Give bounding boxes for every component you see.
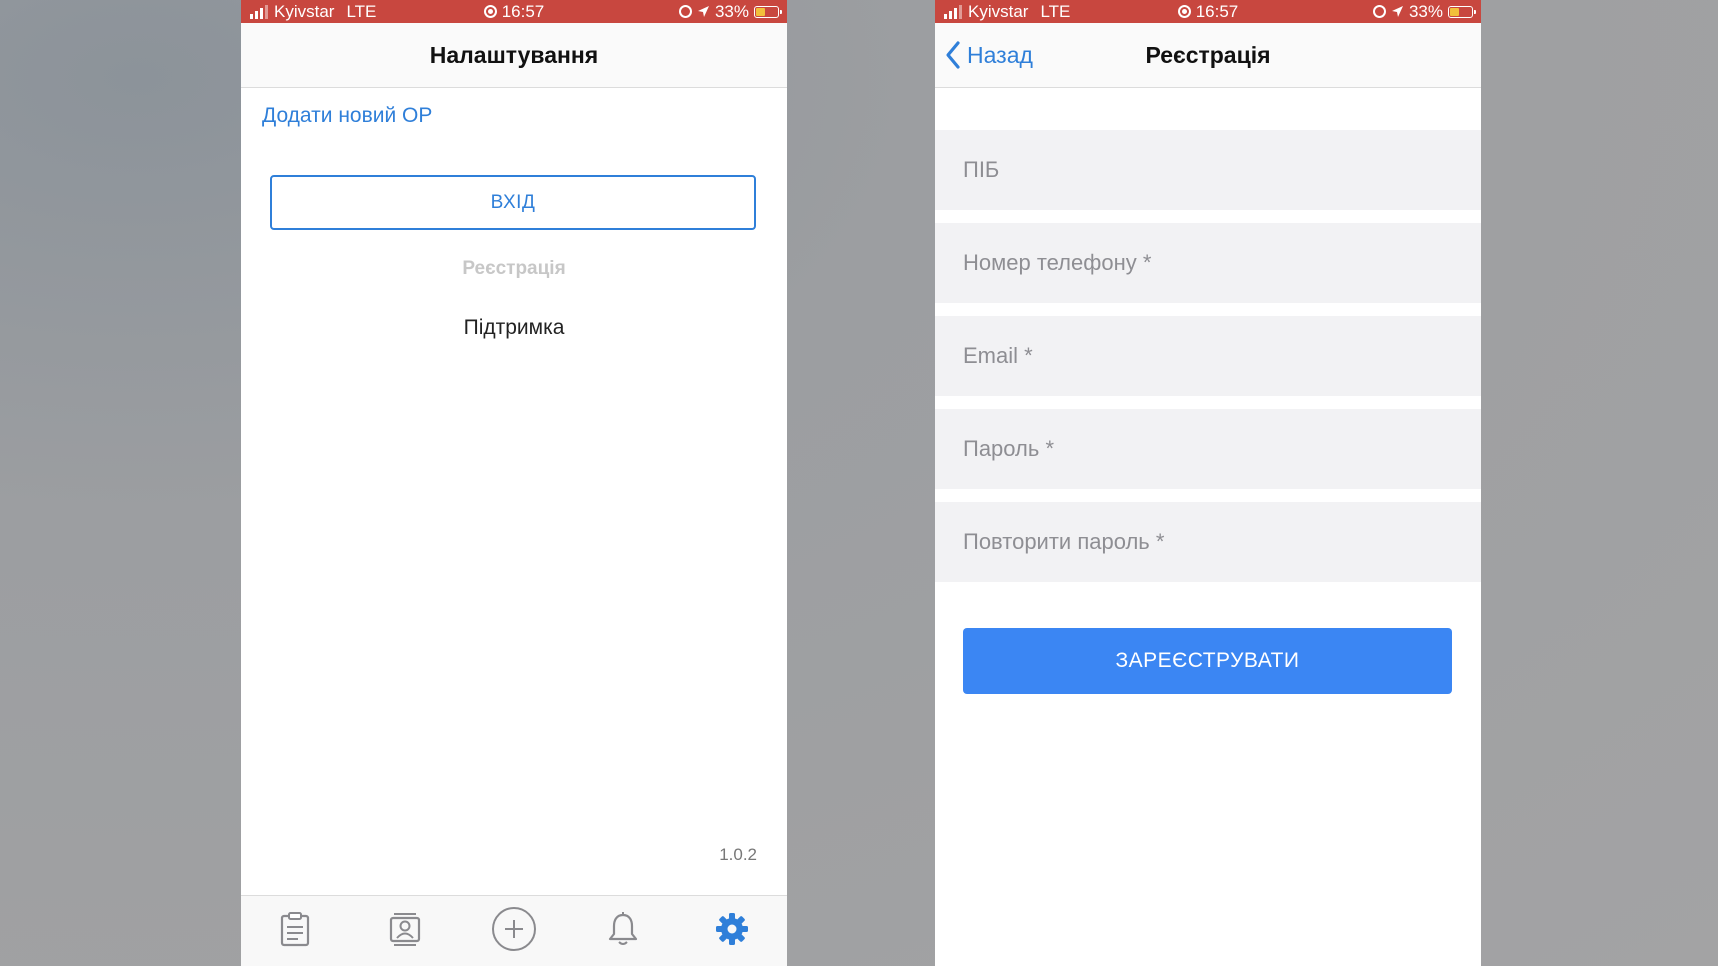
screen-recording-icon xyxy=(483,5,497,18)
battery-icon xyxy=(1448,5,1476,18)
back-button[interactable]: Назад xyxy=(945,23,1033,87)
password-input[interactable] xyxy=(963,409,1481,489)
tab-orders[interactable] xyxy=(270,904,320,954)
full-name-field[interactable] xyxy=(935,130,1481,210)
battery-percent: 33% xyxy=(1408,2,1443,21)
tab-bar xyxy=(241,895,787,966)
tab-notifications[interactable] xyxy=(598,904,648,954)
settings-screen: Kyivstar LTE 16:57 33% Налаштування Дода… xyxy=(241,0,787,966)
confirm-password-field[interactable] xyxy=(935,502,1481,582)
phone-input[interactable] xyxy=(963,223,1481,303)
orientation-lock-icon xyxy=(1372,5,1386,18)
navigation-bar: Реєстрація Назад xyxy=(935,23,1481,88)
email-field[interactable] xyxy=(935,316,1481,396)
location-arrow-icon xyxy=(1391,6,1403,17)
navigation-bar: Налаштування xyxy=(241,23,787,88)
phone-field[interactable] xyxy=(935,223,1481,303)
password-field[interactable] xyxy=(935,409,1481,489)
status-time: 16:57 xyxy=(1195,2,1239,21)
full-name-input[interactable] xyxy=(963,130,1481,210)
bell-icon xyxy=(608,912,638,945)
registration-link[interactable]: Реєстрація xyxy=(241,258,787,280)
page-title: Налаштування xyxy=(429,42,599,68)
orientation-lock-icon xyxy=(678,5,692,18)
tab-contacts[interactable] xyxy=(380,904,430,954)
screen-recording-icon xyxy=(1177,5,1191,18)
app-version: 1.0.2 xyxy=(719,845,757,864)
registration-screen: Kyivstar LTE 16:57 33% Реєстрація Назад xyxy=(935,0,1481,966)
status-bar: Kyivstar LTE 16:57 33% xyxy=(241,0,787,23)
status-time: 16:57 xyxy=(501,2,545,21)
add-new-op-link[interactable]: Додати новий ОР xyxy=(262,104,432,128)
tab-settings[interactable] xyxy=(707,904,757,954)
gear-icon xyxy=(716,913,748,945)
email-input[interactable] xyxy=(963,316,1481,396)
register-button[interactable]: ЗАРЕЄСТРУВАТИ xyxy=(963,628,1452,694)
confirm-password-input[interactable] xyxy=(963,502,1481,582)
battery-icon xyxy=(754,5,782,18)
tab-add[interactable] xyxy=(489,904,539,954)
back-button-label: Назад xyxy=(967,41,1033,68)
plus-circle-icon xyxy=(492,907,536,951)
support-link[interactable]: Підтримка xyxy=(241,316,787,340)
chevron-left-icon xyxy=(946,41,960,69)
contact-card-icon xyxy=(389,913,421,946)
clipboard-icon xyxy=(280,912,310,947)
login-button[interactable]: ВХІД xyxy=(270,175,756,230)
location-arrow-icon xyxy=(697,6,709,17)
battery-percent: 33% xyxy=(714,2,749,21)
status-bar: Kyivstar LTE 16:57 33% xyxy=(935,0,1481,23)
